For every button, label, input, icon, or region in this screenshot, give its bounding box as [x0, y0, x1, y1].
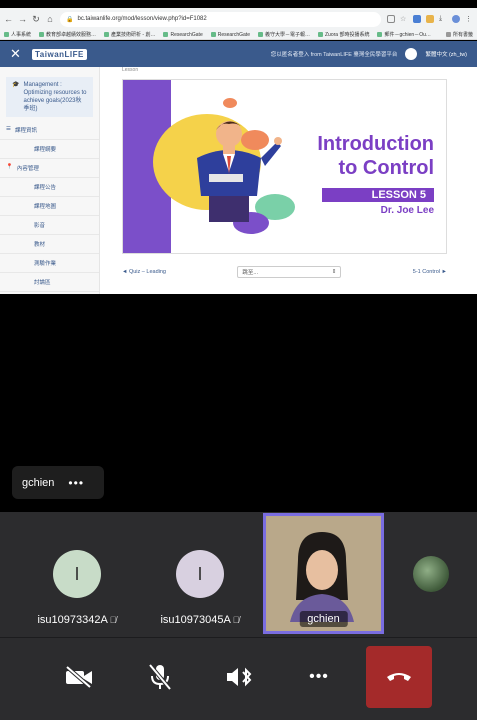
extension-icon[interactable] [413, 15, 421, 23]
mic-off-button[interactable] [141, 658, 179, 696]
bookmark-icon [318, 32, 323, 37]
course-name: Management : Optimizing resources to ach… [23, 82, 87, 112]
more-icon: ••• [309, 668, 329, 685]
extension-icon[interactable] [426, 15, 434, 23]
site-logo[interactable]: TaiwanLIFE [32, 48, 87, 60]
browser-toolbar: ← → ↻ ⌂ 🔒 bc.taiwanlife.org/mod/lesson/v… [0, 8, 477, 30]
language-selector[interactable]: 繁體中文 (zh_tw) [425, 50, 467, 58]
slide-author: Dr. Joe Lee [380, 205, 434, 216]
sidebar-item-materials[interactable]: 教材 [0, 235, 99, 254]
presenter-illustration [197, 121, 282, 222]
participant-tile[interactable]: I isu10973045A 🎙̸ [141, 512, 259, 634]
sidebar-item-forum[interactable]: 討論區 [0, 273, 99, 292]
chevron-down-icon: ⇕ [331, 269, 337, 275]
participant-tile[interactable]: I isu10973342A 🎙̸ [18, 512, 136, 634]
bookmark[interactable]: Zuora 部時投播系統 [318, 31, 369, 38]
speaker-bluetooth-icon [227, 667, 252, 687]
sidebar-item-course-map[interactable]: 課程地圖 [0, 197, 99, 216]
previous-page-link[interactable]: ◄ Quiz – Leading [122, 269, 166, 275]
user-avatar[interactable] [405, 48, 418, 60]
avatar: I [176, 550, 224, 598]
slide-title: Introduction to Control [317, 133, 434, 179]
bookmark-icon [377, 32, 383, 37]
phone-hangup-icon [387, 673, 411, 681]
extension-icons: ☆ ⤓ ⋮ [387, 15, 473, 23]
sidebar-item-certificate[interactable]: 證書 [0, 292, 99, 294]
graduation-cap-icon: 🎓 [12, 82, 20, 88]
menu-icon[interactable]: ⋮ [465, 15, 473, 23]
sidebar-course[interactable]: 🎓 Management : Optimizing resources to a… [6, 77, 93, 117]
reload-icon[interactable]: ↻ [32, 14, 40, 25]
slide-decoration [223, 98, 237, 108]
participant-video [290, 530, 354, 622]
course-sidebar: 🎓 Management : Optimizing resources to a… [0, 67, 100, 294]
jump-to-select[interactable]: 跳至... ⇕ [237, 266, 342, 278]
mic-off-icon: 🎙̸ [109, 615, 117, 625]
sidebar-item-quizzes[interactable]: 測驗作業 [0, 254, 99, 273]
active-speaker-name: gchien [299, 611, 348, 627]
back-icon[interactable]: ← [4, 14, 13, 24]
bookmark[interactable]: 義守大學－電子報… [257, 31, 310, 38]
bookmark-icon [4, 32, 9, 37]
avatar[interactable] [413, 556, 449, 592]
end-call-button[interactable] [366, 646, 432, 708]
bookmark[interactable]: 教育部卓越績效服務… [39, 31, 96, 38]
download-icon[interactable]: ⤓ [439, 15, 447, 23]
call-toolbar: ••• [0, 637, 477, 720]
close-icon[interactable]: ✕ [10, 46, 24, 62]
mic-off-icon: 🎙̸ [232, 615, 240, 625]
lesson-main: Lesson Introduction to Control LESSON 5 … [100, 67, 477, 294]
address-bar[interactable]: 🔒 bc.taiwanlife.org/mod/lesson/view.php?… [60, 11, 381, 27]
bookmarks-bar: 人事系統 教育部卓越績效服務… 產業技術研析 - 創… ResearchGate… [0, 30, 477, 40]
bookmark-icon [257, 32, 263, 37]
home-icon[interactable]: ⌂ [46, 14, 54, 24]
forward-icon[interactable]: → [18, 14, 27, 24]
screen: ← → ↻ ⌂ 🔒 bc.taiwanlife.org/mod/lesson/v… [0, 0, 477, 720]
bookmark[interactable]: ResearchGate [210, 32, 250, 38]
more-options-icon[interactable]: ••• [68, 476, 84, 490]
bookmark-icon [39, 32, 45, 37]
lesson-slide: Introduction to Control LESSON 5 Dr. Joe… [122, 79, 447, 254]
pin-icon: 📍 [6, 164, 13, 170]
sidebar-item-announcements[interactable]: 課程公告 [0, 178, 99, 197]
participant-name: isu10973342A 🎙̸ [37, 614, 117, 626]
bookmark-icon [104, 32, 110, 37]
camera-off-button[interactable] [60, 658, 98, 696]
more-button[interactable]: ••• [300, 658, 338, 696]
lock-icon: 🔒 [66, 16, 74, 23]
sidebar-item-content[interactable]: 📍 內容管理 [0, 159, 99, 178]
list-icon: ☰ [6, 126, 11, 132]
profile-icon[interactable] [452, 15, 460, 23]
share-icon[interactable] [387, 15, 395, 23]
bookmark[interactable]: 產業技術研析 - 創… [104, 31, 155, 38]
speaker-name-chip: gchien ••• [12, 466, 104, 499]
bookmark[interactable]: ResearchGate [163, 32, 203, 38]
other-bookmarks[interactable]: 所有書籤 [445, 31, 473, 38]
sidebar-item-videos[interactable]: 影音 [0, 216, 99, 235]
url-text: bc.taiwanlife.org/mod/lesson/view.php?id… [77, 16, 207, 22]
camera-off-icon [65, 666, 92, 688]
active-speaker-tile[interactable]: gchien [263, 513, 384, 634]
audio-output-button[interactable] [220, 658, 258, 696]
breadcrumb: Lesson [122, 67, 139, 73]
login-status: 您以匿名者登入 from TaiwanLIFE 臺灣全民學習平台 [270, 52, 398, 58]
lesson-page: 🎓 Management : Optimizing resources to a… [0, 67, 477, 294]
site-header: ✕ TaiwanLIFE 您以匿名者登入 from TaiwanLIFE 臺灣全… [0, 41, 477, 67]
next-page-link[interactable]: 5-1 Control ► [413, 269, 447, 275]
sidebar-item-course-info[interactable]: ☰ 課程資訊 [0, 121, 99, 140]
lesson-navigation: ◄ Quiz – Leading 跳至... ⇕ 5-1 Control ► [122, 265, 447, 279]
bookmark[interactable]: 郵件－gchien－Ou… [377, 31, 431, 38]
mic-off-icon [148, 663, 172, 691]
participant-name: isu10973045A 🎙̸ [160, 614, 240, 626]
slide-lesson-label: LESSON 5 [321, 188, 434, 202]
avatar: I [53, 550, 101, 598]
bookmark-icon [163, 32, 169, 37]
sidebar-item-syllabus[interactable]: 課程綱要 [0, 140, 99, 159]
bookmark-icon [210, 32, 216, 37]
folder-icon [445, 32, 451, 37]
star-icon[interactable]: ☆ [400, 15, 408, 23]
bookmark[interactable]: 人事系統 [4, 31, 31, 38]
